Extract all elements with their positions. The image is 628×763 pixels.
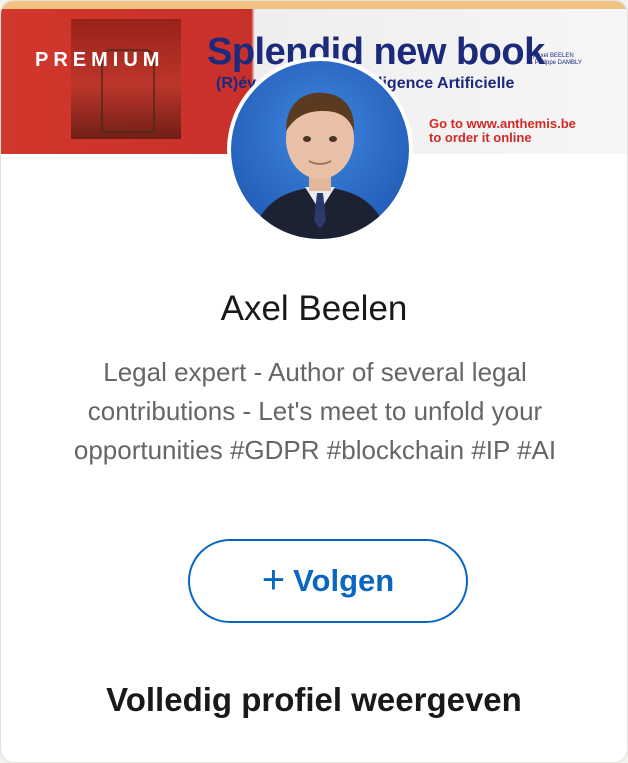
- premium-badge: PREMIUM: [35, 49, 165, 71]
- view-full-profile-link[interactable]: Volledig profiel weergeven: [1, 681, 627, 719]
- banner-authors: by Axel BEELEN & Philippe DAMBLY: [529, 53, 619, 67]
- follow-button-label: Volgen: [293, 563, 395, 598]
- plus-icon: +: [261, 557, 286, 602]
- follow-button[interactable]: + Volgen: [188, 539, 468, 623]
- profile-card: Splendid new book (R)évolution de l'Inte…: [0, 0, 628, 763]
- banner-book-title: Splendid new book: [207, 31, 545, 73]
- avatar[interactable]: [227, 57, 413, 243]
- banner-cta-line-1: Go to www.anthemis.be: [429, 116, 576, 131]
- avatar-photo-icon: [231, 61, 409, 239]
- banner-author-2: & Philippe DAMBLY: [529, 60, 582, 66]
- premium-accent-bar: [1, 1, 627, 9]
- banner-author-1: by Axel BEELEN: [529, 53, 574, 59]
- banner-cta: Go to www.anthemis.be to order it online: [429, 117, 576, 145]
- banner-cta-line-2: to order it online: [429, 130, 532, 145]
- profile-headline: Legal expert - Author of several legal c…: [73, 357, 557, 465]
- profile-name[interactable]: Axel Beelen: [1, 289, 627, 329]
